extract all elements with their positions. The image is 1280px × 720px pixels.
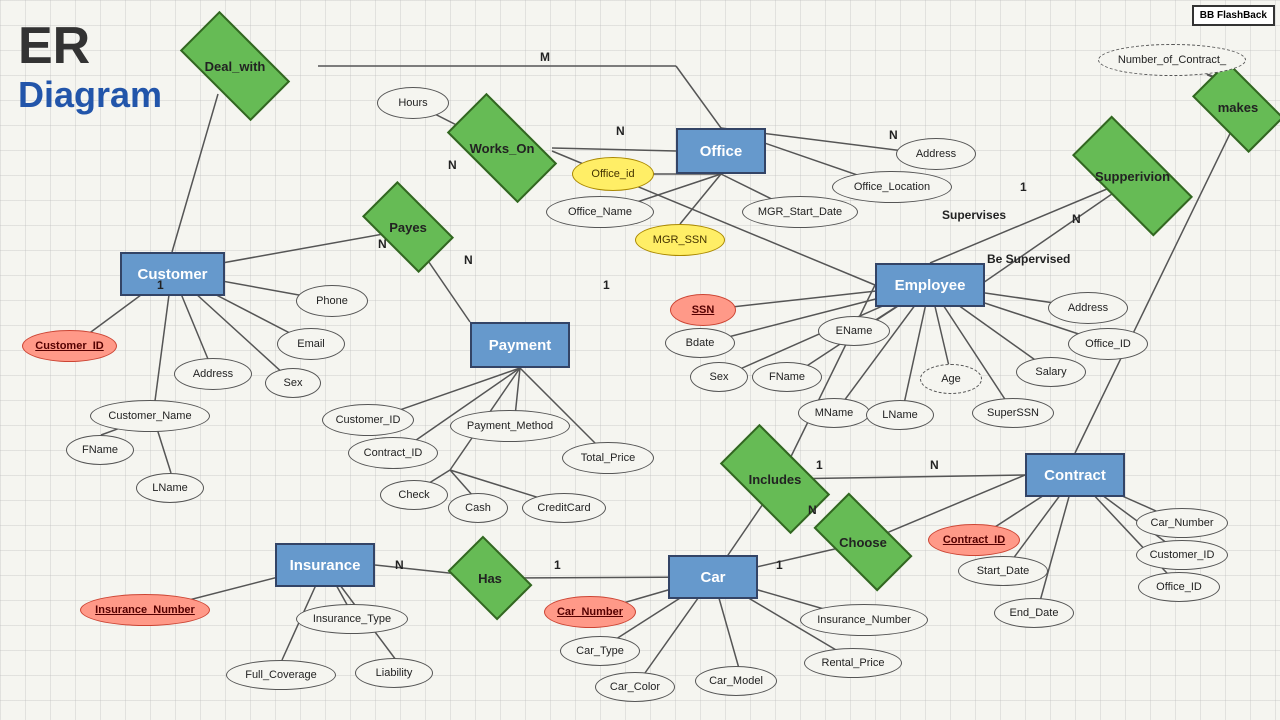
attr-car-color: Car_Color bbox=[595, 672, 675, 702]
attr-insurance-number: Insurance_Number bbox=[80, 594, 210, 626]
attr-ssn: SSN bbox=[670, 294, 736, 326]
attr-address-cust: Address bbox=[174, 358, 252, 390]
diamond-deal-with: Deal_with bbox=[185, 38, 285, 94]
attr-email: Email bbox=[277, 328, 345, 360]
attr-total-price: Total_Price bbox=[562, 442, 654, 474]
attr-fname-emp: FName bbox=[752, 362, 822, 392]
card-n-works: N bbox=[616, 124, 625, 138]
attr-car-number: Car_Number bbox=[544, 596, 636, 628]
entity-contract-label: Contract bbox=[1044, 467, 1106, 484]
attr-office-id-contract: Office_ID bbox=[1138, 572, 1220, 602]
attr-address-office: Address bbox=[896, 138, 976, 170]
card-1-includes1: 1 bbox=[816, 458, 823, 472]
card-n-choose: N bbox=[808, 503, 817, 517]
attr-address-emp: Address bbox=[1048, 292, 1128, 324]
attr-customer-name: Customer_Name bbox=[90, 400, 210, 432]
attr-office-location: Office_Location bbox=[832, 171, 952, 203]
attr-end-date: End_Date bbox=[994, 598, 1074, 628]
card-1-car: 1 bbox=[776, 558, 783, 572]
card-be-supervised: Be Supervised bbox=[987, 252, 1070, 266]
entity-employee: Employee bbox=[875, 263, 985, 307]
entity-office-label: Office bbox=[700, 143, 743, 160]
er-title: ER Diagram bbox=[18, 18, 162, 115]
card-n-supp3: N bbox=[1072, 212, 1081, 226]
attr-insurance-num-car: Insurance_Number bbox=[800, 604, 928, 636]
attr-mgr-ssn: MGR_SSN bbox=[635, 224, 725, 256]
attr-start-date: Start_Date bbox=[958, 556, 1048, 586]
attr-number-of-contract: Number_of_Contract_ bbox=[1098, 44, 1246, 76]
entity-insurance-label: Insurance bbox=[290, 557, 361, 574]
card-1-supp2: 1 bbox=[1020, 180, 1027, 194]
attr-bdate: Bdate bbox=[665, 328, 735, 358]
card-supervises: Supervises bbox=[942, 208, 1006, 222]
attr-mgr-start-date: MGR_Start_Date bbox=[742, 196, 858, 228]
card-n-office: N bbox=[448, 158, 457, 172]
attr-creditcard: CreditCard bbox=[522, 493, 606, 523]
card-n-payes2: N bbox=[464, 253, 473, 267]
card-1-cust: 1 bbox=[157, 278, 164, 292]
entity-insurance: Insurance bbox=[275, 543, 375, 587]
attr-lname-emp: LName bbox=[866, 400, 934, 430]
attr-car-type: Car_Type bbox=[560, 636, 640, 666]
diamond-choose: Choose bbox=[818, 517, 908, 567]
attr-office-id: Office_id bbox=[572, 157, 654, 191]
attr-ename: EName bbox=[818, 316, 890, 346]
title-er: ER bbox=[18, 18, 162, 75]
diamond-has: Has bbox=[455, 553, 525, 603]
card-n-payes: N bbox=[378, 237, 387, 251]
diamond-works-on: Works_On bbox=[452, 120, 552, 176]
entity-office: Office bbox=[676, 128, 766, 174]
attr-rental-price: Rental_Price bbox=[804, 648, 902, 678]
entity-customer: Customer bbox=[120, 252, 225, 296]
attr-car-model: Car_Model bbox=[695, 666, 777, 696]
attr-liability: Liability bbox=[355, 658, 433, 688]
diamond-makes: makes bbox=[1198, 82, 1278, 132]
diamond-includes: Includes bbox=[725, 451, 825, 507]
attr-fname-cust: FName bbox=[66, 435, 134, 465]
card-1-emp-office: 1 bbox=[603, 278, 610, 292]
diamond-supperivion: Supperivion bbox=[1075, 148, 1190, 204]
attr-lname-cust: LName bbox=[136, 473, 204, 503]
attr-customer-id-contract: Customer_ID bbox=[1136, 540, 1228, 570]
attr-car-number-contract: Car_Number bbox=[1136, 508, 1228, 538]
attr-customer-id-pay: Customer_ID bbox=[322, 404, 414, 436]
attr-office-name: Office_Name bbox=[546, 196, 654, 228]
attr-sex-emp: Sex bbox=[690, 362, 748, 392]
attr-contract-id-cont: Contract_ID bbox=[928, 524, 1020, 556]
attr-customer-id: Customer_ID bbox=[22, 330, 117, 362]
attr-cash: Cash bbox=[448, 493, 508, 523]
card-n-includes2: N bbox=[930, 458, 939, 472]
attr-full-coverage: Full_Coverage bbox=[226, 660, 336, 690]
card-1-has2: 1 bbox=[554, 558, 561, 572]
attr-superssn: SuperSSN bbox=[972, 398, 1054, 428]
attr-insurance-type: Insurance_Type bbox=[296, 604, 408, 634]
attr-hours: Hours bbox=[377, 87, 449, 119]
attr-office-id-label: Office_id bbox=[591, 168, 634, 180]
watermark: BB FlashBack bbox=[1192, 5, 1275, 26]
attr-contract-id-pay: Contract_ID bbox=[348, 437, 438, 469]
attr-age: Age bbox=[920, 364, 982, 394]
card-n-supp1: N bbox=[889, 128, 898, 142]
attr-mname: MName bbox=[798, 398, 870, 428]
entity-payment-label: Payment bbox=[489, 337, 552, 354]
card-n-has: N bbox=[395, 558, 404, 572]
attr-check: Check bbox=[380, 480, 448, 510]
entity-car: Car bbox=[668, 555, 758, 599]
attr-salary: Salary bbox=[1016, 357, 1086, 387]
entity-contract: Contract bbox=[1025, 453, 1125, 497]
card-m: M bbox=[540, 50, 550, 64]
attr-office-id-emp: Office_ID bbox=[1068, 328, 1148, 360]
attr-payment-method: Payment_Method bbox=[450, 410, 570, 442]
entity-car-label: Car bbox=[700, 569, 725, 586]
attr-phone: Phone bbox=[296, 285, 368, 317]
entity-employee-label: Employee bbox=[895, 277, 966, 294]
entity-customer-label: Customer bbox=[137, 266, 207, 283]
entity-payment: Payment bbox=[470, 322, 570, 368]
title-diagram: Diagram bbox=[18, 75, 162, 115]
attr-sex-cust: Sex bbox=[265, 368, 321, 398]
